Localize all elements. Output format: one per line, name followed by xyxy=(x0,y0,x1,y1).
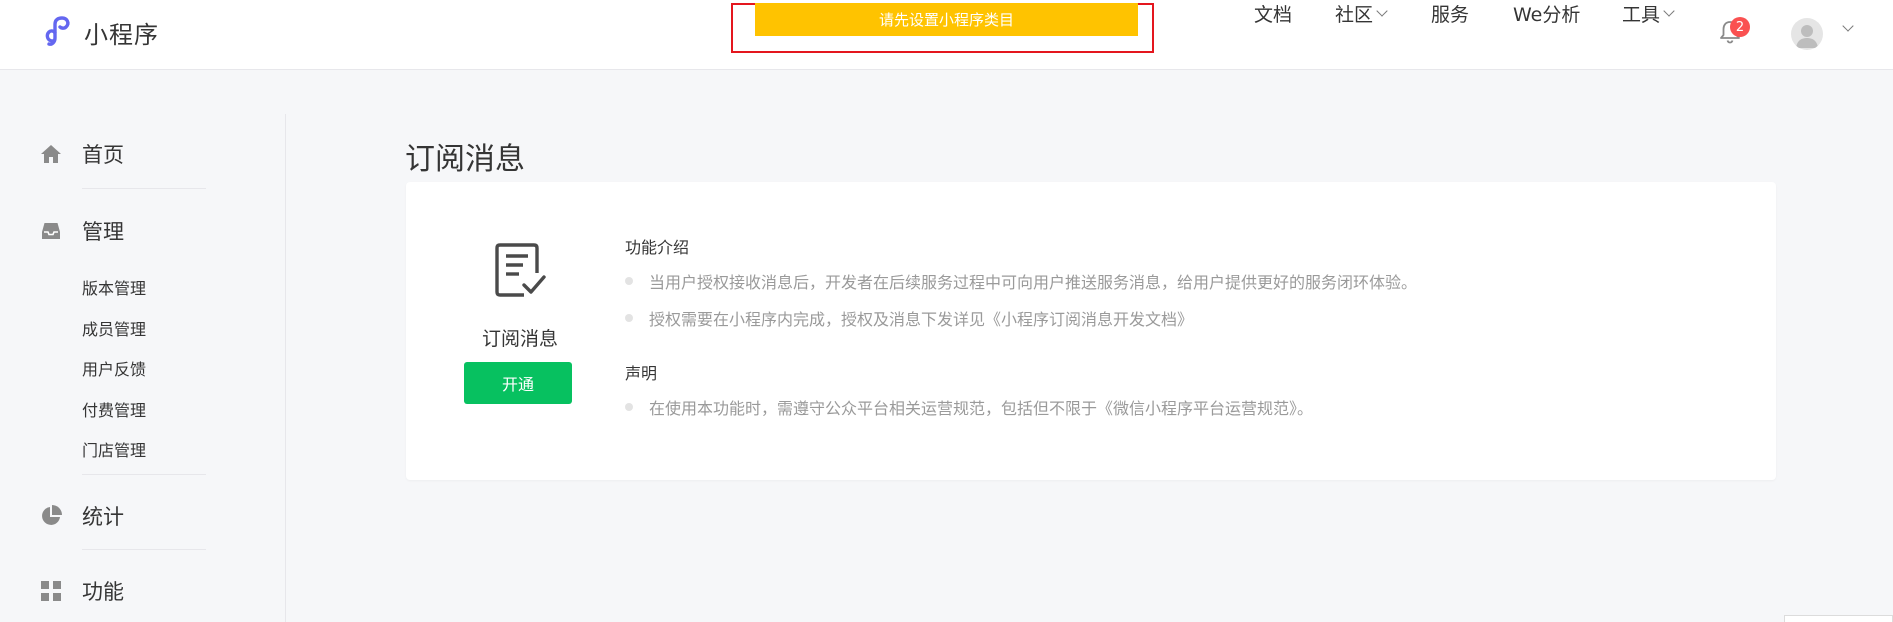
sidebar-subitem-version[interactable]: 版本管理 xyxy=(82,275,146,299)
sidebar-item-stats[interactable]: 统计 xyxy=(38,501,124,531)
bullet-dot xyxy=(625,277,633,285)
inbox-icon xyxy=(38,218,64,244)
sidebar-item-home[interactable]: 首页 xyxy=(38,139,124,169)
intro-item-text: 授权需要在小程序内完成，授权及消息下发详见《小程序订阅消息开发文档》 xyxy=(649,310,1194,329)
bullet-dot xyxy=(625,403,633,411)
page-title: 订阅消息 xyxy=(405,142,525,178)
sidebar-subitem-payment[interactable]: 付费管理 xyxy=(82,397,146,421)
sidebar-item-label: 管理 xyxy=(82,220,124,244)
top-bar: 小程序 请先设置小程序类目 文档 社区 服务 We分析 工具 2 xyxy=(0,0,1893,70)
chevron-down-icon xyxy=(1376,5,1388,17)
sidebar-divider xyxy=(82,188,206,189)
sidebar-item-label: 功能 xyxy=(82,580,124,604)
sidebar-item-features[interactable]: 功能 xyxy=(38,576,124,606)
sidebar-subitem-feedback[interactable]: 用户反馈 xyxy=(82,356,146,380)
category-notice[interactable]: 请先设置小程序类目 xyxy=(755,3,1138,36)
sidebar-divider xyxy=(82,474,206,475)
nav-docs-label: 文档 xyxy=(1254,4,1293,26)
chevron-down-icon xyxy=(1663,5,1675,17)
avatar[interactable] xyxy=(1791,18,1823,50)
notification-badge: 2 xyxy=(1730,17,1750,37)
feature-name: 订阅消息 xyxy=(481,328,558,350)
sidebar-border xyxy=(285,114,286,622)
statement-item: 在使用本功能时，需遵守公众平台相关运营规范，包括但不限于《微信小程序平台运营规范… xyxy=(625,395,1313,419)
statement-title: 声明 xyxy=(625,364,658,383)
app-name: 小程序 xyxy=(84,20,159,49)
statement-item-text: 在使用本功能时，需遵守公众平台相关运营规范，包括但不限于《微信小程序平台运营规范… xyxy=(649,399,1314,418)
intro-item-text: 当用户授权接收消息后，开发者在后续服务过程中可向用户推送服务消息，给用户提供更好… xyxy=(649,273,1418,292)
pie-chart-icon xyxy=(38,503,64,529)
document-check-icon xyxy=(495,243,546,297)
nav-services-label: 服务 xyxy=(1431,4,1470,26)
bullet-dot xyxy=(625,314,633,322)
miniprogram-logo-icon xyxy=(45,16,70,46)
intro-title: 功能介绍 xyxy=(625,238,690,257)
nav-analytics-label: We分析 xyxy=(1513,4,1581,26)
nav-services[interactable]: 服务 xyxy=(1431,0,1469,27)
sidebar-item-manage[interactable]: 管理 xyxy=(38,216,124,246)
intro-item: 授权需要在小程序内完成，授权及消息下发详见《小程序订阅消息开发文档》 xyxy=(625,306,1193,330)
nav-docs[interactable]: 文档 xyxy=(1254,0,1292,27)
nav-community[interactable]: 社区 xyxy=(1335,0,1388,27)
nav-analytics[interactable]: We分析 xyxy=(1513,0,1580,27)
sidebar-item-label: 首页 xyxy=(82,143,124,167)
user-icon xyxy=(1796,25,1818,48)
home-icon xyxy=(38,141,64,167)
nav-tools-label: 工具 xyxy=(1622,4,1661,26)
app-logo[interactable]: 小程序 xyxy=(40,14,159,50)
sidebar-subitem-members[interactable]: 成员管理 xyxy=(82,316,146,340)
floating-widget-edge[interactable] xyxy=(1784,615,1893,622)
sidebar-subitem-store[interactable]: 门店管理 xyxy=(82,437,146,461)
enable-button[interactable]: 开通 xyxy=(464,362,572,404)
sidebar-divider xyxy=(82,549,206,550)
nav-community-label: 社区 xyxy=(1335,4,1374,26)
intro-item: 当用户授权接收消息后，开发者在后续服务过程中可向用户推送服务消息，给用户提供更好… xyxy=(625,269,1417,293)
grid-icon xyxy=(38,578,64,604)
nav-tools[interactable]: 工具 xyxy=(1622,0,1675,27)
subscribe-message-card: 订阅消息 开通 功能介绍 当用户授权接收消息后，开发者在后续服务过程中可向用户推… xyxy=(406,182,1776,480)
sidebar-item-label: 统计 xyxy=(82,505,124,529)
account-chevron-down-icon[interactable] xyxy=(1842,20,1854,32)
